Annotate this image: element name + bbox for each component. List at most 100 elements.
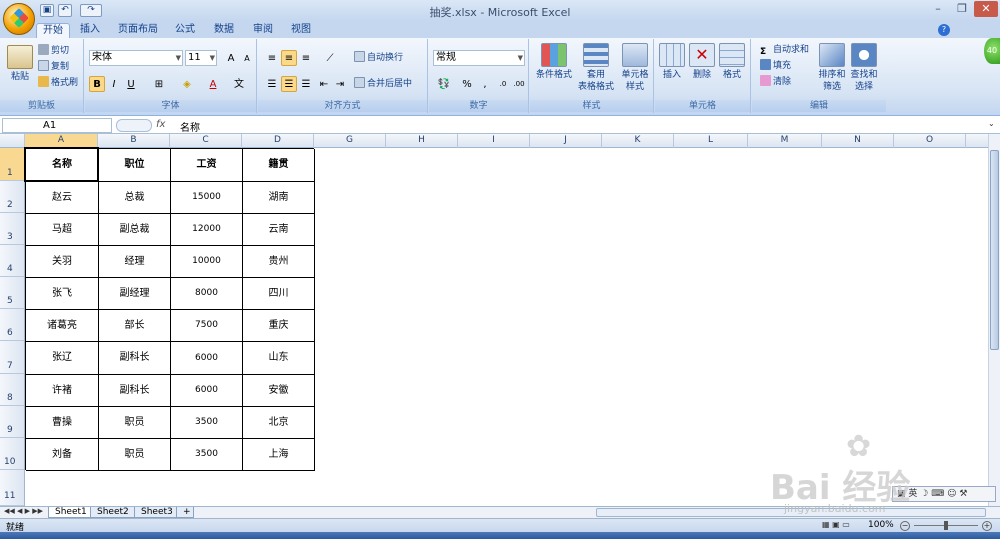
select-all-corner[interactable] <box>0 134 25 148</box>
vertical-scrollbar[interactable] <box>988 134 1000 506</box>
table-cell[interactable]: 诸葛亮 <box>26 310 99 342</box>
copy-button[interactable]: 复制 <box>38 60 69 74</box>
table-cell[interactable]: 7500 <box>171 310 243 342</box>
redo-icon[interactable]: ↷ <box>80 4 102 17</box>
user-icon[interactable]: ☺ <box>947 489 956 499</box>
column-header-c[interactable]: C <box>170 134 242 148</box>
row-header[interactable]: 7 <box>0 341 24 374</box>
table-cell[interactable]: 许褚 <box>26 375 99 407</box>
increase-decimal-icon[interactable]: .0 <box>495 76 511 92</box>
italic-icon[interactable]: I <box>106 76 122 92</box>
align-right-icon[interactable]: ☰ <box>298 76 314 92</box>
align-left-icon[interactable]: ☰ <box>264 76 280 92</box>
wrench-icon[interactable]: ⚒ <box>959 489 967 499</box>
office-button[interactable] <box>3 3 35 35</box>
table-cell[interactable]: 3500 <box>171 407 243 439</box>
formula-input[interactable]: 名称 <box>180 119 200 134</box>
wrap-text-button[interactable]: 自动换行 <box>354 51 403 65</box>
table-cell[interactable]: 山东 <box>243 342 315 375</box>
close-button[interactable]: ✕ <box>974 1 998 17</box>
restore-button[interactable]: ❐ <box>950 1 974 17</box>
number-format-select[interactable]: 常规 ▼ <box>433 50 525 66</box>
table-cell[interactable]: 12000 <box>171 214 243 246</box>
column-header-b[interactable]: B <box>98 134 170 148</box>
phonetic-icon[interactable]: 文 <box>231 76 247 92</box>
autosum-button[interactable]: Σ 自动求和 <box>760 43 809 57</box>
decrease-decimal-icon[interactable]: .00 <box>511 76 527 92</box>
table-header-cell[interactable]: 籍贯 <box>243 149 315 182</box>
table-cell[interactable]: 云南 <box>243 214 315 246</box>
table-cell[interactable]: 安徽 <box>243 375 315 407</box>
find-select-button[interactable]: 查找和 选择 <box>848 43 880 93</box>
sheet-nav-icon[interactable]: ◀◀ ◀ ▶ ▶▶ <box>4 507 43 515</box>
table-cell[interactable]: 部长 <box>99 310 171 342</box>
percent-icon[interactable]: % <box>459 76 475 92</box>
view-buttons-icon[interactable]: ▦ ▣ ▭ <box>822 520 862 531</box>
column-header-d[interactable]: D <box>242 134 314 148</box>
borders-icon[interactable]: ⊞ <box>151 76 167 92</box>
minimize-button[interactable]: – <box>926 1 950 17</box>
row-header[interactable]: 6 <box>0 309 24 341</box>
table-header-cell[interactable]: 工资 <box>171 149 243 182</box>
zoom-in-icon[interactable]: + <box>982 521 992 531</box>
table-cell[interactable]: 副总裁 <box>99 214 171 246</box>
tab-page-layout[interactable]: 页面布局 <box>112 23 164 38</box>
horizontal-scrollbar[interactable] <box>596 508 986 517</box>
row-header[interactable]: 11 <box>0 470 24 506</box>
column-header-m[interactable]: M <box>748 134 822 148</box>
column-header-k[interactable]: K <box>602 134 674 148</box>
conditional-format-button[interactable]: 条件格式 <box>534 43 574 81</box>
zoom-out-icon[interactable]: − <box>900 521 910 531</box>
table-cell[interactable]: 3500 <box>171 439 243 471</box>
fx-icon[interactable]: fx <box>156 119 165 130</box>
column-header-o[interactable]: O <box>894 134 966 148</box>
delete-cells-button[interactable]: ✕ 删除 <box>687 43 717 81</box>
table-cell[interactable]: 上海 <box>243 439 315 471</box>
help-icon[interactable]: ? <box>938 24 950 36</box>
tab-insert[interactable]: 插入 <box>76 23 104 38</box>
table-cell[interactable]: 马超 <box>26 214 99 246</box>
cell-styles-button[interactable]: 单元格 样式 <box>618 43 652 93</box>
expand-formula-icon[interactable]: ⌄ <box>988 119 998 131</box>
column-header-j[interactable]: J <box>530 134 602 148</box>
format-as-table-button[interactable]: 套用 表格格式 <box>574 43 618 93</box>
format-cells-button[interactable]: 格式 <box>717 43 747 81</box>
ime-language[interactable]: 英 <box>908 489 917 499</box>
font-size-select[interactable]: 11 ▼ <box>185 50 217 66</box>
table-cell[interactable]: 刘备 <box>26 439 99 471</box>
currency-icon[interactable]: 💱 <box>433 76 455 92</box>
table-cell[interactable]: 湖南 <box>243 182 315 214</box>
table-cell[interactable]: 总裁 <box>99 182 171 214</box>
column-header-l[interactable]: L <box>674 134 748 148</box>
table-header-cell[interactable]: 职位 <box>99 149 171 182</box>
table-cell[interactable]: 副科长 <box>99 342 171 375</box>
align-middle-icon[interactable]: ≡ <box>281 50 297 66</box>
zoom-slider-handle[interactable] <box>944 521 948 530</box>
tab-formulas[interactable]: 公式 <box>170 23 200 38</box>
table-cell[interactable]: 副科长 <box>99 375 171 407</box>
grow-font-icon[interactable]: A <box>223 50 239 66</box>
sheet-tab-3[interactable]: Sheet3 <box>134 507 180 518</box>
row-header[interactable]: 3 <box>0 213 24 245</box>
row-header[interactable]: 2 <box>0 181 24 213</box>
table-cell[interactable]: 贵州 <box>243 246 315 278</box>
formula-controls[interactable] <box>116 119 152 132</box>
row-header[interactable]: 10 <box>0 438 24 470</box>
font-color-icon[interactable]: A <box>205 76 221 92</box>
fill-button[interactable]: 填充 <box>760 59 791 73</box>
table-cell[interactable]: 6000 <box>171 375 243 407</box>
tab-view[interactable]: 视图 <box>286 23 316 38</box>
column-header-i[interactable]: I <box>458 134 530 148</box>
column-header-g[interactable]: G <box>314 134 386 148</box>
paste-button[interactable]: 粘贴 <box>6 45 34 83</box>
table-cell[interactable]: 赵云 <box>26 182 99 214</box>
sort-filter-button[interactable]: 排序和 筛选 <box>816 43 848 93</box>
column-header-a[interactable]: A <box>25 134 98 148</box>
row-header[interactable]: 1 <box>0 148 24 181</box>
table-cell[interactable]: 职员 <box>99 407 171 439</box>
save-icon[interactable]: ▣ <box>40 4 54 17</box>
table-cell[interactable]: 8000 <box>171 278 243 310</box>
clear-button[interactable]: 清除 <box>760 75 791 89</box>
increase-indent-icon[interactable]: ⇥ <box>332 76 348 92</box>
row-header[interactable]: 9 <box>0 406 24 438</box>
